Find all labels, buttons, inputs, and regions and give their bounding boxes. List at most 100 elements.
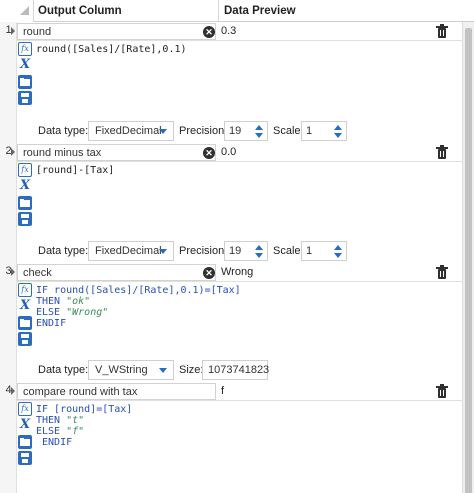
x-icon[interactable]: X (18, 58, 32, 72)
expression-line: ELSE "Wrong" (36, 307, 108, 318)
stepper-up-icon[interactable] (334, 245, 342, 250)
string-literal: "t" (66, 415, 85, 426)
expression-line: ENDIF (36, 437, 73, 448)
open-folder-icon[interactable] (18, 196, 32, 210)
trash-icon[interactable] (435, 384, 449, 399)
clear-x-icon[interactable]: ✕ (203, 267, 215, 279)
expression-editor[interactable]: [round]-[Tax] (36, 165, 456, 176)
output-column-select[interactable]: check ✕ (17, 264, 216, 281)
data-type-value: FixedDecimal (95, 245, 162, 257)
expression-line: THEN "ok" (36, 296, 90, 307)
save-icon[interactable] (18, 332, 32, 346)
row-type-bar: Data type: V_WString Size: 1073741823 (34, 358, 462, 382)
row-expand-arrow-icon[interactable] (11, 268, 15, 276)
formula-row-1: 1 round ✕ 0.3 fx X round([Sales]/[Rate],… (0, 22, 462, 144)
column-header: Output Column Data Preview (0, 0, 474, 22)
scale-stepper[interactable]: 1 (301, 121, 347, 141)
stepper-up-icon[interactable] (255, 245, 263, 250)
expression-token: THEN (36, 296, 67, 307)
save-icon[interactable] (18, 451, 32, 465)
row-type-bar: Data type: FixedDecimal Precision: 19 Sc… (34, 119, 462, 143)
scrollbar-thumb[interactable] (465, 28, 472, 493)
open-folder-icon[interactable] (18, 75, 32, 89)
precision-stepper[interactable]: 19 (224, 121, 268, 141)
fx-icon[interactable]: fx (18, 283, 32, 297)
open-folder-icon[interactable] (18, 316, 32, 330)
clear-x-icon[interactable]: ✕ (203, 147, 215, 159)
chevron-down-icon (159, 368, 167, 373)
data-type-select[interactable]: FixedDecimal (88, 121, 174, 141)
expression-line: round([Sales]/[Rate],0.1) (36, 44, 187, 55)
header-data-preview: Data Preview (224, 5, 296, 17)
data-type-value: FixedDecimal (95, 125, 162, 137)
vertical-scrollbar[interactable] (462, 22, 474, 493)
fx-icon[interactable]: fx (18, 163, 32, 177)
expression-editor[interactable]: IF round([Sales]/[Rate],0.1)=[Tax] THEN … (36, 285, 456, 329)
data-type-label: Data type: (38, 364, 89, 376)
x-icon[interactable]: X (18, 179, 32, 193)
row-number-gutter: 4 (0, 382, 17, 493)
data-type-select[interactable]: FixedDecimal (88, 241, 174, 261)
string-literal: "Wrong" (66, 307, 109, 318)
data-type-value: V_WString (95, 364, 148, 376)
expression-line: ENDIF (36, 318, 67, 329)
scale-stepper[interactable]: 1 (301, 241, 347, 261)
output-column-name: check (23, 267, 52, 279)
scale-value: 1 (306, 125, 313, 137)
expression-token: THEN (36, 415, 67, 426)
header-output-column: Output Column (38, 5, 122, 17)
row-expand-arrow-icon[interactable] (11, 148, 15, 156)
row-expand-arrow-icon[interactable] (11, 387, 15, 395)
string-literal: "f" (66, 426, 85, 437)
chevron-down-icon (159, 249, 167, 254)
precision-stepper[interactable]: 19 (224, 241, 268, 261)
corner-triangle-icon (20, 6, 29, 15)
size-label: Size: (179, 364, 204, 376)
trash-icon[interactable] (435, 24, 449, 39)
fx-icon[interactable]: fx (18, 42, 32, 56)
x-icon[interactable]: X (18, 418, 32, 432)
stepper-down-icon[interactable] (255, 253, 263, 258)
clear-x-icon[interactable]: ✕ (203, 26, 215, 38)
row-expand-arrow-icon[interactable] (11, 27, 15, 35)
x-icon[interactable]: X (18, 299, 32, 313)
data-type-label: Data type: (38, 245, 89, 257)
output-column-select[interactable]: round minus tax ✕ (17, 144, 216, 161)
size-input[interactable]: 1073741823 (202, 360, 270, 380)
formula-row-2: 2 round minus tax ✕ 0.0 fx X [round]-[Ta… (0, 143, 462, 264)
scale-value: 1 (306, 245, 313, 257)
data-preview-value: 0.0 (221, 146, 237, 158)
expression-editor[interactable]: IF [round]=[Tax] THEN "t" ELSE "f" ENDIF (36, 404, 456, 448)
chevron-down-icon (159, 129, 167, 134)
stepper-up-icon[interactable] (334, 125, 342, 130)
row-type-bar: Data type: FixedDecimal Precision: 19 Sc… (34, 239, 462, 263)
save-icon[interactable] (18, 91, 32, 105)
stepper-down-icon[interactable] (334, 253, 342, 258)
stepper-down-icon[interactable] (334, 133, 342, 138)
fx-icon[interactable]: fx (18, 402, 32, 416)
open-folder-icon[interactable] (18, 435, 32, 449)
precision-label: Precision: (179, 245, 228, 257)
output-column-select[interactable]: compare round with tax (17, 383, 216, 400)
size-value: 1073741823 (208, 364, 270, 376)
expression-line: [round]-[Tax] (36, 165, 115, 176)
stepper-down-icon[interactable] (255, 133, 263, 138)
data-preview-value: 0.3 (221, 25, 237, 37)
trash-icon[interactable] (435, 145, 449, 160)
data-preview-value: f (221, 385, 225, 397)
output-column-name: round minus tax (23, 147, 102, 159)
header-divider[interactable] (218, 0, 219, 22)
data-type-select[interactable]: V_WString (88, 360, 174, 380)
data-type-label: Data type: (38, 125, 89, 137)
precision-value: 19 (229, 245, 242, 257)
trash-icon[interactable] (435, 265, 449, 280)
expression-editor[interactable]: round([Sales]/[Rate],0.1) (36, 44, 456, 55)
expression-line: THEN "t" (36, 415, 84, 426)
save-icon[interactable] (18, 212, 32, 226)
row-number-gutter: 2 (0, 143, 17, 264)
stepper-up-icon[interactable] (255, 125, 263, 130)
formula-row-3: 3 check ✕ Wrong fx X IF round([Sales]/[R… (0, 263, 462, 383)
expression-line: ELSE "f" (36, 426, 84, 437)
header-corner (0, 0, 34, 22)
output-column-select[interactable]: round ✕ (17, 23, 216, 40)
